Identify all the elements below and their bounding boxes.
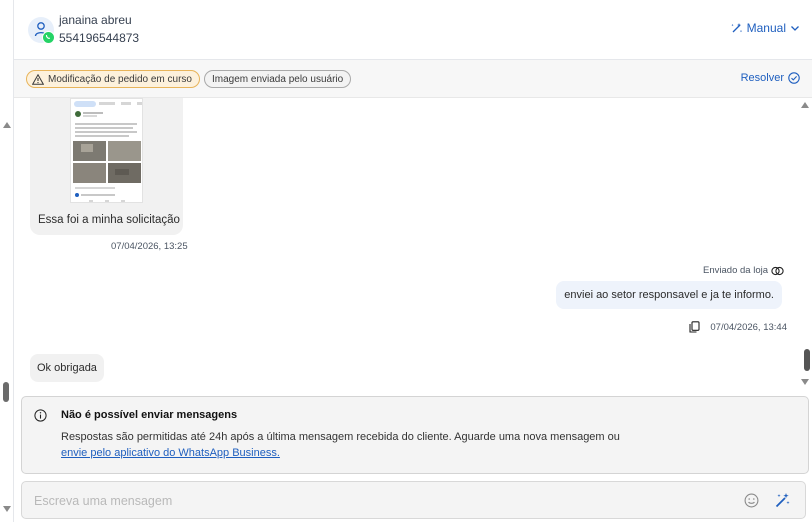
message-timestamp: 07/04/2026, 13:25 (111, 241, 188, 252)
mode-label: Manual (746, 21, 786, 35)
check-circle-icon (788, 72, 800, 84)
conversation-header: janaina abreu 554196544873 Manual (14, 0, 812, 60)
scroll-down-arrow[interactable] (3, 506, 11, 512)
scroll-up-arrow[interactable] (3, 122, 11, 128)
chat-scroll-thumb[interactable] (804, 349, 810, 371)
message-text: Essa foi a minha solicitação (38, 214, 180, 226)
page-scrollbar[interactable] (0, 0, 14, 522)
contact-name: janaina abreu (59, 13, 132, 27)
whatsapp-business-link[interactable]: envie pelo aplicativo do WhatsApp Busine… (61, 447, 280, 459)
sparkles-icon (731, 22, 742, 32)
messaging-blocked-notice: Não é possível enviar mensagens Resposta… (21, 396, 809, 474)
screenshot-thumbnail (71, 99, 142, 202)
message-text: enviei ao setor responsavel e ja te info… (564, 289, 774, 301)
contact-phone: 554196544873 (59, 31, 140, 45)
info-icon (34, 409, 47, 422)
emoji-icon[interactable] (744, 493, 759, 508)
incoming-message: Ok obrigada (30, 354, 104, 382)
store-link-icon (771, 266, 784, 275)
sender-label: Enviado da loja (703, 265, 768, 276)
copy-icon[interactable] (689, 321, 700, 333)
status-tag-image-sent: Imagem enviada pelo usuário (204, 70, 352, 88)
chat-scroll-up-arrow[interactable] (801, 102, 809, 108)
outgoing-message: enviei ao setor responsavel e ja te info… (556, 281, 782, 309)
resolve-label: Resolver (740, 72, 784, 84)
incoming-image-message: Essa foi a minha solicitação (30, 98, 183, 235)
notice-title: Não é possível enviar mensagens (61, 409, 238, 421)
warning-triangle-icon (32, 73, 44, 85)
attached-image[interactable] (70, 98, 143, 203)
sent-by-store-label: Enviado da loja (703, 265, 784, 276)
chat-thread[interactable]: Essa foi a minha solicitação 07/04/2026,… (14, 98, 812, 392)
status-tag-order-modification: Modificação de pedido em curso (26, 70, 200, 88)
mode-dropdown[interactable]: Manual (730, 21, 800, 35)
magic-wand-icon[interactable] (774, 492, 791, 509)
message-timestamp: 07/04/2026, 13:44 (710, 321, 787, 333)
message-meta: 07/04/2026, 13:44 (689, 321, 787, 333)
chat-scroll-down-arrow[interactable] (801, 379, 809, 385)
tags-bar: Modificação de pedido em curso Imagem en… (14, 60, 812, 98)
message-text: Ok obrigada (37, 362, 97, 374)
whatsapp-icon (42, 31, 55, 44)
tag-label: Modificação de pedido em curso (48, 73, 192, 85)
message-composer (21, 481, 806, 519)
notice-text: Respostas são permitidas até 24h após a … (61, 431, 620, 443)
scroll-thumb[interactable] (3, 382, 9, 402)
message-input[interactable] (34, 491, 714, 511)
tag-label: Imagem enviada pelo usuário (212, 73, 344, 85)
chevron-down-icon (791, 26, 799, 31)
resolve-button[interactable]: Resolver (741, 72, 800, 84)
